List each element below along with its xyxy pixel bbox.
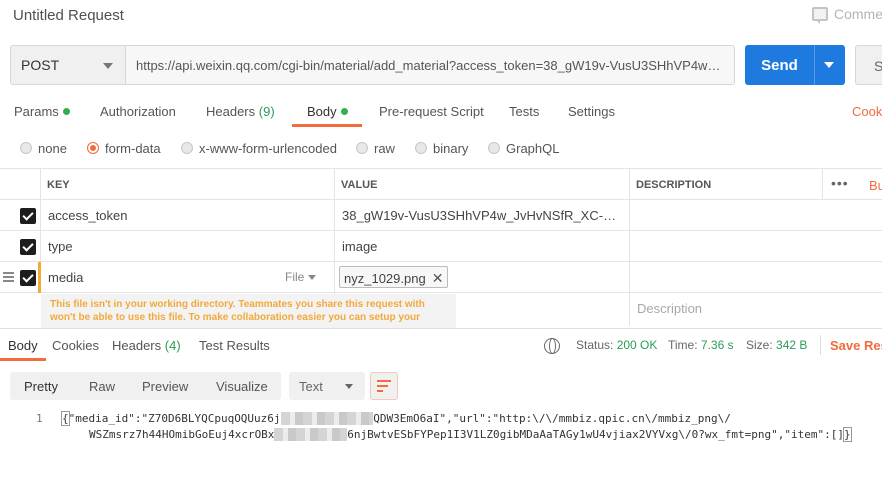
size-readout[interactable]: Size: 342 B bbox=[746, 338, 807, 352]
body-type-selector: none form-data x-www-form-urlencoded raw… bbox=[0, 138, 882, 158]
comments-label: Comme bbox=[834, 6, 882, 22]
row-key[interactable]: access_token bbox=[48, 208, 328, 223]
tab-body[interactable]: Body bbox=[307, 104, 348, 119]
response-tab-headers[interactable]: Headers (4) bbox=[112, 338, 181, 353]
tab-settings[interactable]: Settings bbox=[568, 104, 615, 119]
format-value: Text bbox=[299, 379, 323, 394]
column-divider bbox=[822, 168, 823, 200]
response-tab-body[interactable]: Body bbox=[8, 338, 38, 353]
url-input[interactable]: https://api.weixin.qq.com/cgi-bin/materi… bbox=[125, 45, 735, 85]
method-value: POST bbox=[21, 57, 60, 73]
redacted-text: xxxxxxxxxxx bbox=[274, 428, 348, 441]
title-bar: Untitled Request Comme bbox=[0, 0, 882, 32]
active-row-indicator bbox=[38, 262, 41, 293]
radio-binary[interactable] bbox=[415, 142, 427, 154]
chevron-down-icon[interactable] bbox=[824, 62, 834, 68]
send-label: Send bbox=[761, 57, 798, 74]
radio-label-raw[interactable]: raw bbox=[374, 141, 395, 156]
radio-label-graphql[interactable]: GraphQL bbox=[506, 141, 559, 156]
time-readout[interactable]: Time: 7.36 s bbox=[668, 338, 734, 352]
save-response-button[interactable]: Save Resp bbox=[820, 335, 882, 355]
header-description: DESCRIPTION bbox=[636, 179, 712, 191]
more-options-icon[interactable]: ••• bbox=[831, 175, 849, 191]
save-button[interactable]: Sav bbox=[855, 45, 882, 85]
format-select[interactable]: Text bbox=[289, 372, 365, 400]
bulk-edit-link[interactable]: Bu bbox=[869, 178, 882, 193]
row-value[interactable]: 38_gW19v-VusU3SHhVP4w_JvHvNSfR_XC-DazL1I… bbox=[342, 208, 624, 223]
request-tabs: Params Authorization Headers (9) Body Pr… bbox=[0, 99, 882, 127]
response-tab-cookies[interactable]: Cookies bbox=[52, 338, 99, 353]
tab-params[interactable]: Params bbox=[14, 104, 70, 119]
remove-file-icon[interactable]: ✕ bbox=[432, 270, 444, 287]
tab-authorization[interactable]: Authorization bbox=[100, 104, 176, 119]
code-line: {"media_id":"Z70D6BLYQCpuqOQUuz6jxxxxxxx… bbox=[61, 411, 731, 426]
view-preview[interactable]: Preview bbox=[142, 379, 188, 394]
header-value: VALUE bbox=[341, 179, 378, 191]
description-input[interactable]: Description bbox=[637, 301, 702, 316]
row-key[interactable]: type bbox=[48, 239, 328, 254]
file-chip: nyz_1029.png ✕ bbox=[339, 266, 449, 288]
url-bar: POST https://api.weixin.qq.com/cgi-bin/m… bbox=[10, 45, 882, 85]
line-number: 1 bbox=[36, 412, 43, 425]
view-visualize[interactable]: Visualize bbox=[216, 379, 268, 394]
send-button[interactable]: Send bbox=[745, 45, 845, 85]
radio-graphql[interactable] bbox=[488, 142, 500, 154]
send-divider bbox=[814, 45, 815, 85]
radio-label-binary[interactable]: binary bbox=[433, 141, 468, 156]
radio-raw[interactable] bbox=[356, 142, 368, 154]
key-type-select[interactable]: File bbox=[285, 270, 317, 284]
row-checkbox[interactable] bbox=[20, 208, 36, 224]
wrap-lines-button[interactable] bbox=[370, 372, 398, 400]
row-checkbox[interactable] bbox=[20, 270, 36, 286]
view-mode-group: Pretty Raw Preview Visualize bbox=[10, 372, 281, 400]
file-warning-tooltip: This file isn't in your working director… bbox=[41, 294, 456, 328]
globe-icon[interactable] bbox=[544, 338, 560, 354]
radio-label-x-www-form-urlencoded[interactable]: x-www-form-urlencoded bbox=[199, 141, 337, 156]
request-title[interactable]: Untitled Request bbox=[13, 7, 124, 24]
active-dot-icon bbox=[62, 108, 70, 115]
warning-line: This file isn't in your working director… bbox=[50, 299, 425, 310]
table-header: KEY VALUE DESCRIPTION ••• Bu bbox=[0, 168, 882, 200]
active-tab-indicator bbox=[292, 124, 362, 127]
chevron-down-icon bbox=[345, 384, 353, 389]
tab-tests[interactable]: Tests bbox=[509, 104, 539, 119]
response-view-controls: Pretty Raw Preview Visualize Text bbox=[10, 372, 882, 400]
chevron-down-icon bbox=[103, 63, 113, 69]
code-line: WSZmsrz7h44HOmibGoEuj4xcrOBxxxxxxxxxxxx6… bbox=[89, 427, 852, 442]
active-tab-indicator bbox=[0, 358, 46, 361]
radio-label-none[interactable]: none bbox=[38, 141, 67, 156]
table-row: type image bbox=[0, 231, 882, 262]
chevron-down-icon bbox=[308, 275, 317, 280]
file-name: nyz_1029.png bbox=[344, 271, 426, 286]
tab-pre-request-script[interactable]: Pre-request Script bbox=[379, 104, 484, 119]
active-dot-icon bbox=[340, 108, 348, 115]
view-raw[interactable]: Raw bbox=[89, 379, 115, 394]
status-readout[interactable]: Status: 200 OK bbox=[576, 338, 657, 352]
view-pretty[interactable]: Pretty bbox=[24, 379, 58, 394]
response-tabs: Body Cookies Headers (4) Test Results St… bbox=[0, 328, 882, 361]
response-tab-test-results[interactable]: Test Results bbox=[199, 338, 270, 353]
warning-line: won't be able to use this file. To make … bbox=[50, 312, 421, 323]
radio-label-form-data[interactable]: form-data bbox=[105, 141, 161, 156]
tab-headers[interactable]: Headers (9) bbox=[206, 104, 275, 119]
header-key: KEY bbox=[47, 179, 70, 191]
comment-icon bbox=[812, 7, 828, 24]
row-value[interactable]: image bbox=[342, 239, 624, 254]
radio-x-www-form-urlencoded[interactable] bbox=[181, 142, 193, 154]
comments-button[interactable]: Comme bbox=[812, 6, 882, 24]
wrap-lines-icon bbox=[377, 380, 391, 393]
row-key[interactable]: media bbox=[48, 270, 278, 285]
table-row: media File nyz_1029.png ✕ bbox=[0, 262, 882, 293]
redacted-text: xxxxxxxxxxxxxx bbox=[280, 412, 374, 425]
radio-none[interactable] bbox=[20, 142, 32, 154]
table-row: access_token 38_gW19v-VusU3SHhVP4w_JvHvN… bbox=[0, 200, 882, 231]
cookies-link[interactable]: Cooki bbox=[852, 104, 882, 119]
drag-handle-icon[interactable] bbox=[3, 272, 14, 282]
row-checkbox[interactable] bbox=[20, 239, 36, 255]
radio-form-data[interactable] bbox=[87, 142, 99, 154]
method-select[interactable]: POST bbox=[10, 45, 126, 85]
